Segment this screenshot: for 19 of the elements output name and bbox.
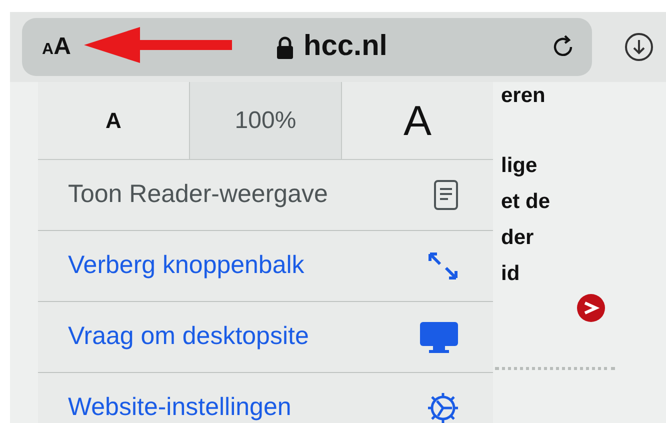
page-text: et de <box>501 189 550 215</box>
menu-item[interactable]: Vraag om desktopsite <box>38 302 493 373</box>
menu-item[interactable]: Verberg knoppenbalk <box>38 231 493 302</box>
next-icon[interactable] <box>575 294 607 322</box>
lock-icon <box>276 36 294 58</box>
address-bar[interactable]: AA hcc.nl <box>22 18 592 76</box>
page-text: eren <box>501 83 546 109</box>
page-text: der <box>501 225 534 251</box>
zoom-level[interactable]: 100% <box>189 82 342 159</box>
page-text: lige <box>501 153 538 179</box>
monitor-icon <box>419 321 459 353</box>
expand-arrows-icon <box>427 251 459 281</box>
text-size-button[interactable]: AA <box>42 35 71 59</box>
page-text: id <box>501 261 520 287</box>
url-text: hcc.nl <box>304 29 388 64</box>
document-icon <box>433 180 459 210</box>
menu-item[interactable]: Website-instellingen <box>38 373 493 423</box>
download-icon[interactable] <box>624 32 654 62</box>
gear-icon <box>427 392 459 423</box>
